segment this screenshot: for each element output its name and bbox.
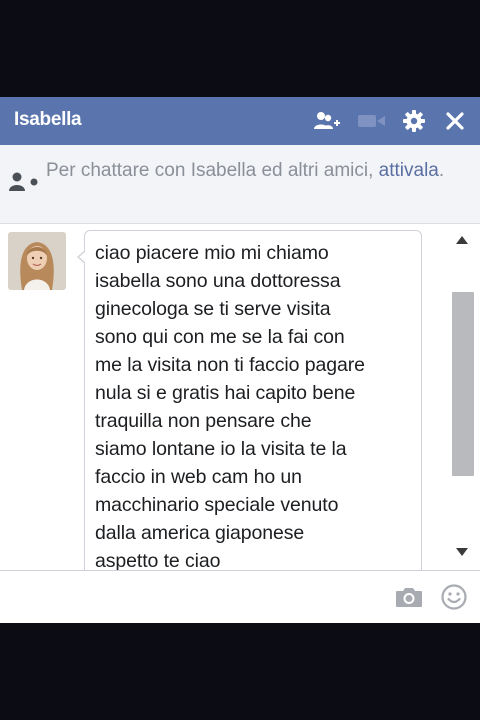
scroll-thumb[interactable] — [452, 292, 474, 476]
camera-icon[interactable] — [392, 581, 426, 613]
chat-title[interactable]: Isabella — [14, 109, 82, 131]
close-icon[interactable] — [442, 107, 468, 135]
notice-message: Per chattare con Isabella ed altri amici… — [46, 160, 379, 181]
add-friend-icon[interactable] — [312, 107, 342, 135]
scroll-down-arrow-icon[interactable] — [456, 548, 468, 556]
person-online-icon — [8, 171, 40, 198]
bubble-tail-inner — [79, 251, 86, 263]
avatar[interactable] — [8, 232, 66, 290]
chat-header[interactable]: Isabella — [0, 97, 480, 146]
compose-bar — [0, 570, 480, 623]
chat-window: Isabella Per chattare con Isabella ed al… — [0, 97, 480, 623]
notice-text: Per chattare con Isabella ed altri amici… — [46, 157, 466, 185]
chat-availability-notice: Per chattare con Isabella ed altri amici… — [0, 145, 480, 224]
message-input[interactable] — [8, 579, 382, 615]
video-camera-icon[interactable] — [356, 107, 388, 135]
scrollbar[interactable] — [446, 224, 480, 570]
notice-period: . — [438, 160, 445, 181]
activate-link[interactable]: attivala — [379, 160, 439, 181]
gear-icon[interactable] — [400, 107, 428, 135]
message-bubble: ciao piacere mio mi chiamo isabella sono… — [84, 230, 422, 572]
message-list[interactable]: ciao piacere mio mi chiamo isabella sono… — [0, 224, 480, 572]
message-text: ciao piacere mio mi chiamo isabella sono… — [95, 242, 365, 572]
smiley-icon[interactable] — [437, 581, 471, 613]
scroll-up-arrow-icon[interactable] — [456, 236, 468, 244]
